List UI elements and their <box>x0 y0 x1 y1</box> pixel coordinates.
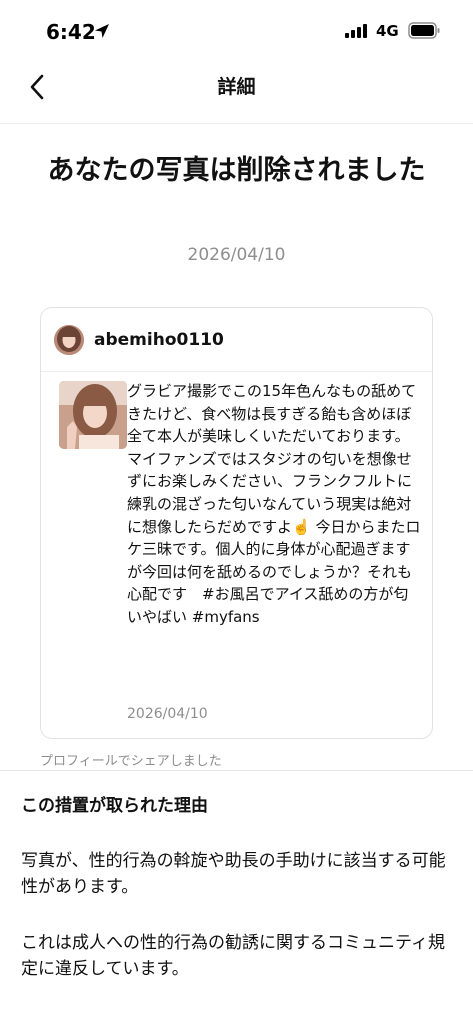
post-card[interactable]: abemiho0110 グラビア撮影でこの15年色んなもの舐めてきたけど、食べ物… <box>40 307 433 739</box>
post-thumbnail[interactable] <box>59 381 127 449</box>
avatar[interactable] <box>54 325 84 355</box>
nav-bar: 詳細 <box>0 62 473 124</box>
battery-icon <box>408 22 440 39</box>
cellular-signal-icon <box>345 24 367 38</box>
post-photo <box>59 381 127 449</box>
status-bar: 6:42 4G <box>0 0 473 62</box>
reason-title: この措置が取られた理由 <box>21 796 208 816</box>
post-caption: グラビア撮影でこの15年色んなもの舐めてきたけど、食べ物は長すぎる飴も含めほぼ全… <box>127 382 421 626</box>
location-arrow-icon <box>95 24 109 38</box>
avatar-image <box>54 325 84 355</box>
notice-date: 2026/04/10 <box>187 245 286 265</box>
section-divider <box>0 770 473 771</box>
notice-headline: あなたの写真は削除されました <box>47 155 426 186</box>
shared-note: プロフィールでシェアしました <box>40 754 222 769</box>
network-type: 4G <box>376 22 399 40</box>
post-header: abemiho0110 <box>41 308 432 372</box>
reason-paragraph-1: 写真が、性的行為の斡旋や助長の手助けに該当する可能性があります。 <box>21 851 446 897</box>
post-username[interactable]: abemiho0110 <box>94 330 224 350</box>
reason-paragraph-2: これは成人への性的行為の勧誘に関するコミュニティ規定に違反しています。 <box>21 933 445 979</box>
status-time: 6:42 <box>46 20 96 44</box>
page-title: 詳細 <box>217 76 256 98</box>
post-date: 2026/04/10 <box>127 706 208 722</box>
